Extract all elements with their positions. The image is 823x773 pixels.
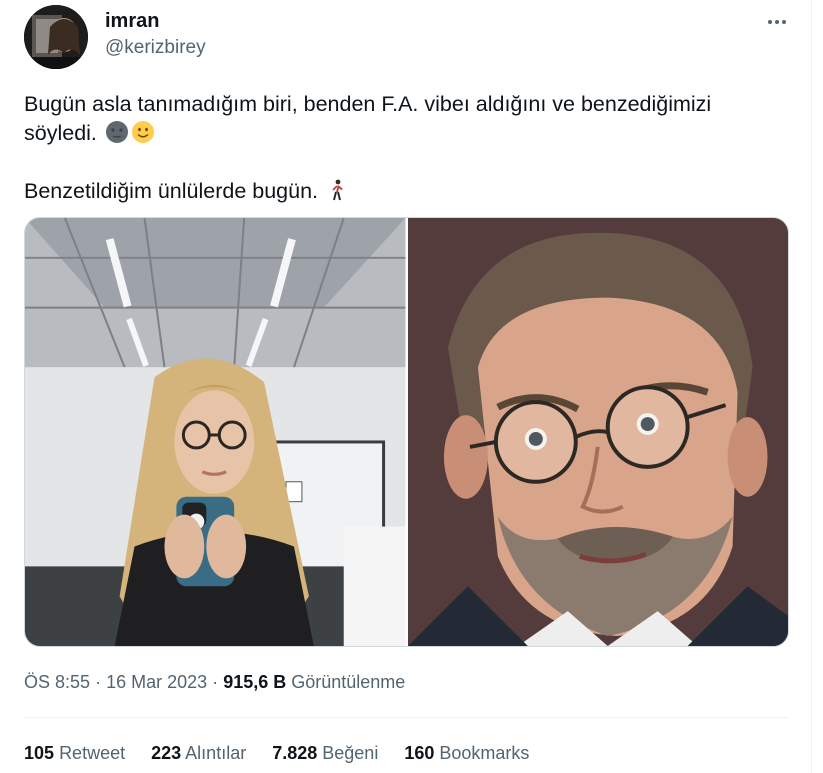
tweet-meta: ÖS 8:55 · 16 Mar 2023 · 915,6 B Görüntül… xyxy=(24,672,405,693)
slightly-smiling-face-emoji xyxy=(131,121,154,143)
likes-count: 7.828 xyxy=(272,743,318,763)
likes-label: Beğeni xyxy=(322,743,379,763)
likes-stat[interactable]: 7.828 Beğeni xyxy=(272,743,378,764)
retweets-count: 105 xyxy=(24,743,55,763)
views-link[interactable]: 915,6 B Görüntülenme xyxy=(223,672,405,692)
display-name[interactable]: imran xyxy=(105,10,159,33)
avatar[interactable] xyxy=(24,5,88,69)
meta-separator: · xyxy=(212,672,219,692)
tweet-line-1: Bugün asla tanımadığım biri, benden F.A.… xyxy=(24,90,784,148)
tweet-text: Bugün asla tanımadığım biri, benden F.A.… xyxy=(24,90,784,206)
photo-left[interactable] xyxy=(25,218,406,646)
bookmarks-label: Bookmarks xyxy=(439,743,530,763)
quotes-stat[interactable]: 223 Alıntılar xyxy=(151,743,246,764)
retweets-label: Retweet xyxy=(59,743,126,763)
quotes-count: 223 xyxy=(151,743,182,763)
tweet-line-2-text: Benzetildiğim ünlülerde bugün. xyxy=(24,179,319,203)
tweet-time-link[interactable]: ÖS 8:55 xyxy=(24,672,90,692)
bookmarks-count: 160 xyxy=(404,743,435,763)
tweet-date: 16 Mar 2023 xyxy=(106,672,208,692)
quotes-label: Alıntılar xyxy=(185,743,247,763)
bookmarks-stat[interactable]: 160 Bookmarks xyxy=(404,743,529,764)
views-label: Görüntülenme xyxy=(291,672,406,692)
retweets-stat[interactable]: 105 Retweet xyxy=(24,743,125,764)
engagement-stats: 105 Retweet 223 Alıntılar 7.828 Beğeni 1… xyxy=(24,743,529,764)
media-grid xyxy=(24,217,789,647)
tweet-date-link[interactable]: 16 Mar 2023 xyxy=(106,672,207,692)
meta-separator: · xyxy=(95,672,102,692)
divider xyxy=(24,717,789,718)
tweet-time: ÖS 8:55 xyxy=(24,672,91,692)
tweet-line-2: Benzetildiğim ünlülerde bugün. xyxy=(24,177,784,206)
tweet-card: imran @kerizbirey Bugün asla tanımadığım… xyxy=(0,0,812,773)
photo-right[interactable] xyxy=(407,218,788,646)
more-options-icon[interactable] xyxy=(762,12,792,32)
views-count: 915,6 B xyxy=(223,672,287,692)
user-handle[interactable]: @kerizbirey xyxy=(105,37,206,59)
new-moon-face-emoji xyxy=(105,121,128,143)
person-walking-emoji xyxy=(332,179,344,201)
